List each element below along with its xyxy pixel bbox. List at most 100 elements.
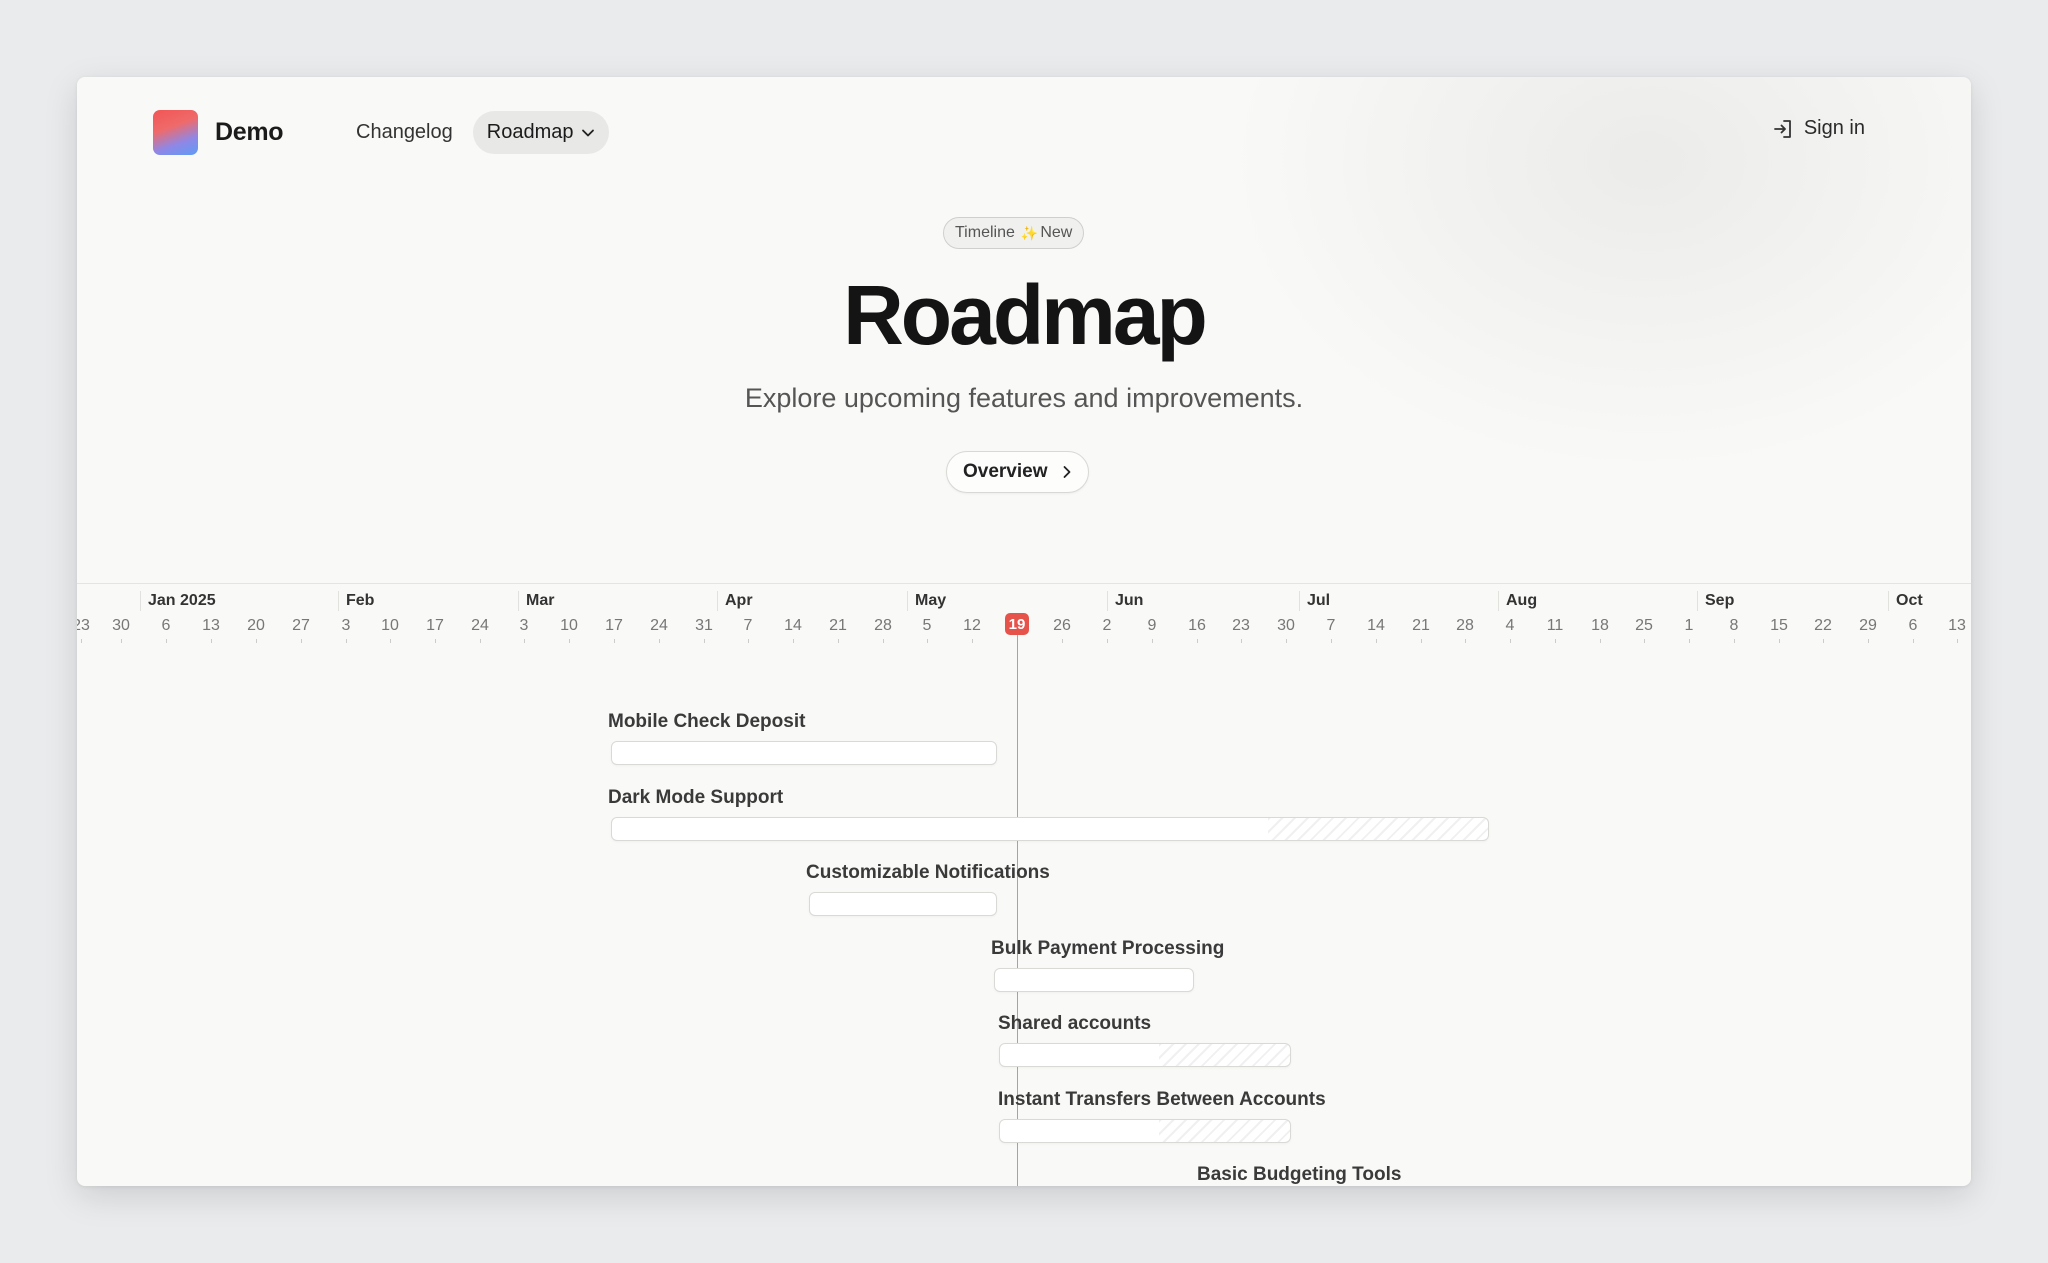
roadmap-item-label[interactable]: Bulk Payment Processing [991,938,1224,960]
timeline-month: Feb [338,591,374,611]
brand[interactable]: Demo [153,110,284,155]
roadmap-item-label[interactable]: Dark Mode Support [608,787,783,809]
overview-button[interactable]: Overview [946,451,1089,493]
roadmap-item-label[interactable]: Basic Budgeting Tools [1197,1164,1401,1186]
overview-label: Overview [963,461,1048,482]
roadmap-item-bar[interactable] [999,1118,1291,1143]
main-nav: Changelog Roadmap [342,111,610,154]
timeline-tick [166,639,167,643]
timeline-month: Jul [1299,591,1330,611]
timeline-month: Jun [1107,591,1143,611]
timeline-tick [1376,639,1377,643]
timeline-tick [346,639,347,643]
timeline-week: 14 [1367,617,1385,634]
timeline-week: 27 [292,617,310,634]
timeline-tick [81,639,82,643]
timeline-week: 28 [874,617,892,634]
timeline-week: 21 [829,617,847,634]
timeline-month: Mar [518,591,554,611]
timeline-tick [1331,639,1332,643]
timeline-week: 17 [426,617,444,634]
timeline-tick [569,639,570,643]
timeline-tick [704,639,705,643]
timeline-tick [748,639,749,643]
timeline-week: 7 [1326,617,1336,634]
sparkle-icon: ✨ [1020,224,1039,241]
timeline-week: 24 [650,617,668,634]
timeline-tick [1286,639,1287,643]
timeline-week: 22 [1814,617,1832,634]
timeline-week: 30 [1277,617,1295,634]
timeline-tick [1868,639,1869,643]
timeline-tick [793,639,794,643]
timeline-tick [1734,639,1735,643]
timeline-week: 3 [341,617,351,634]
timeline-week: 10 [381,617,399,634]
timeline-tick [614,639,615,643]
timeline-tick [883,639,884,643]
timeline-week: 12 [963,617,981,634]
timeline-month: May [907,591,946,611]
today-marker: 19 [1005,613,1029,635]
timeline-week: 25 [1635,617,1653,634]
timeline-week: 23 [1232,617,1250,634]
timeline-tick [1062,639,1063,643]
badge-text: Timeline [955,224,1015,241]
roadmap-item-label[interactable]: Shared accounts [998,1013,1151,1035]
badge-new: New [1040,224,1073,241]
timeline-week: 29 [1859,617,1877,634]
timeline-tick [659,639,660,643]
timeline-month: Jan 2025 [140,591,216,611]
timeline-week: 9 [1147,617,1157,634]
sign-in-label: Sign in [1803,117,1865,139]
timeline-tick [301,639,302,643]
page-subtitle: Explore upcoming features and improvemen… [744,383,1304,413]
page-title: Roadmap [843,268,1208,362]
timeline-week: 24 [471,617,489,634]
timeline-tick [1421,639,1422,643]
timeline-axis [77,583,1971,584]
timeline-week: 28 [1456,617,1474,634]
roadmap-item-label[interactable]: Customizable Notifications [806,862,1050,884]
timeline-tick [390,639,391,643]
timeline-week: 31 [695,617,713,634]
roadmap-item-bar[interactable] [611,816,1489,841]
timeline-tick [1779,639,1780,643]
roadmap-item-label[interactable]: Mobile Check Deposit [608,711,805,733]
timeline-tick [1555,639,1556,643]
timeline-week: 18 [1591,617,1609,634]
timeline-week: 17 [605,617,623,634]
brand-name: Demo [215,118,284,146]
timeline-tick [1197,639,1198,643]
timeline-tick [1600,639,1601,643]
timeline: Jan 2025FebMarAprMayJunJulAugSepOct 2330… [77,583,1971,1186]
timeline-tick [211,639,212,643]
timeline-tick [480,639,481,643]
sign-in-icon [1773,119,1791,138]
app-window: Demo Changelog Roadmap Sign in Timeline … [77,77,1971,1186]
nav-roadmap-dropdown[interactable]: Roadmap [472,111,610,154]
timeline-tick [256,639,257,643]
sign-in-button[interactable]: Sign in [1772,117,1865,140]
timeline-tick [1689,639,1690,643]
timeline-week: 7 [743,617,753,634]
chevron-down-icon [582,129,595,136]
roadmap-item-label[interactable]: Instant Transfers Between Accounts [998,1089,1326,1111]
timeline-week: 21 [1412,617,1430,634]
roadmap-item-bar[interactable] [994,967,1194,992]
timeline-month: Oct [1888,591,1923,611]
timeline-tick [972,639,973,643]
timeline-month: Aug [1498,591,1537,611]
timeline-tick [524,639,525,643]
timeline-week: 4 [1505,617,1515,634]
roadmap-item-bar[interactable] [999,1043,1291,1067]
roadmap-item-bar[interactable] [611,741,997,765]
timeline-badge: Timeline ✨ New [943,217,1085,249]
roadmap-item-bar[interactable] [809,892,997,916]
timeline-week: 20 [247,617,265,634]
nav-changelog[interactable]: Changelog [342,111,467,154]
timeline-week: 11 [1546,617,1564,634]
timeline-month: Apr [717,591,753,611]
timeline-week: 14 [784,617,802,634]
timeline-week: 23 [77,617,90,634]
